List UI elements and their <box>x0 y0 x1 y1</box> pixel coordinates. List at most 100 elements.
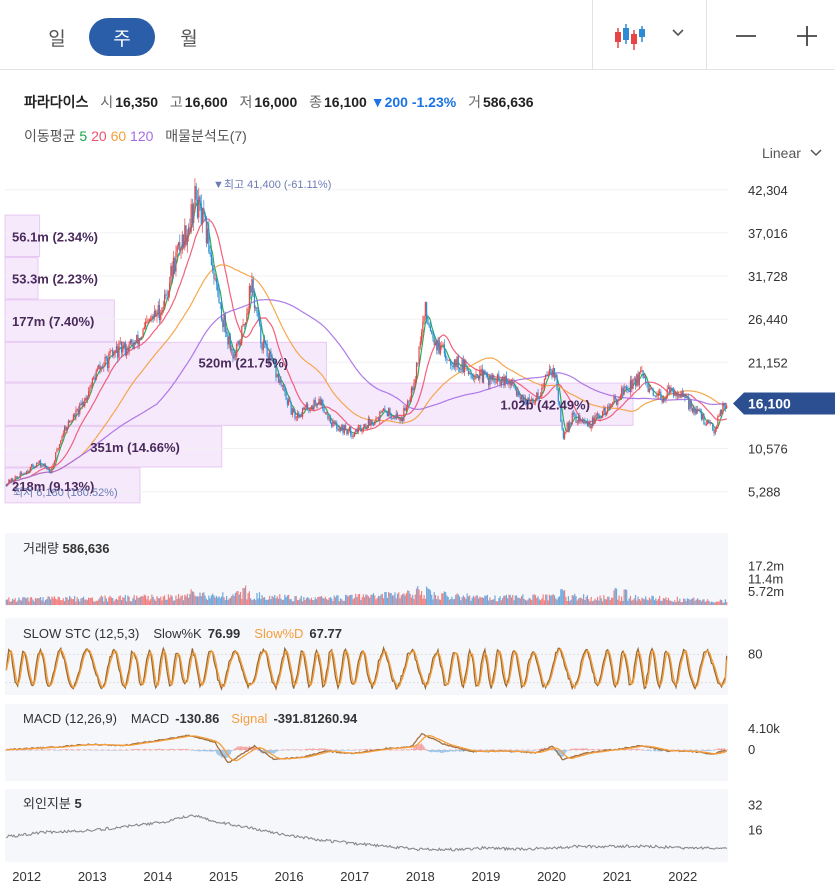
candle-body <box>696 409 699 411</box>
macd-histogram-bar <box>594 749 596 751</box>
volume-bar <box>114 599 116 605</box>
volume-bar <box>210 595 213 605</box>
candle-body <box>258 317 261 324</box>
macd-histogram-bar <box>20 749 23 751</box>
candle-body <box>694 408 696 415</box>
volume-bar <box>472 595 475 605</box>
candle-body <box>364 424 366 428</box>
candle-body <box>509 380 511 386</box>
volume-bar <box>591 601 594 605</box>
macd-histogram-bar <box>413 747 415 750</box>
candle-body <box>718 415 720 417</box>
macd-histogram-bar <box>655 750 657 752</box>
macd-histogram-bar <box>291 749 294 750</box>
volume-bar <box>566 601 568 605</box>
volume-bar <box>53 596 56 605</box>
candle-body <box>276 374 278 378</box>
candle-body <box>8 479 10 484</box>
macd-histogram-bar <box>79 749 81 750</box>
macd-histogram-bar <box>314 749 316 750</box>
volume-bar <box>537 596 539 605</box>
volume-bar <box>384 591 386 605</box>
macd-histogram-bar <box>105 750 107 751</box>
macd-histogram-bar <box>631 748 633 750</box>
volume-bar <box>545 594 547 605</box>
candle-body <box>552 368 554 377</box>
volume-bar <box>619 601 621 605</box>
candle-body <box>713 430 715 434</box>
macd-histogram-bar <box>495 749 497 751</box>
macd-histogram-bar <box>600 749 602 751</box>
volume-bar <box>391 595 394 605</box>
candle-body <box>186 234 188 245</box>
candle-body <box>70 421 72 423</box>
candle-body <box>32 464 34 468</box>
volume-bar <box>700 601 702 605</box>
volume-bar <box>398 592 400 605</box>
macd-histogram-bar <box>371 749 373 750</box>
volume-bar <box>674 600 676 605</box>
candle-body <box>427 318 429 325</box>
candle-body <box>39 460 42 467</box>
macd-histogram-bar <box>280 749 282 751</box>
candle-body <box>179 242 181 251</box>
volume-bar <box>193 591 195 605</box>
volume-bar <box>575 596 577 605</box>
candle-body <box>199 196 201 204</box>
volume-bar <box>27 597 29 605</box>
candle-body <box>85 398 87 401</box>
year-tick-label: 2018 <box>406 869 435 884</box>
volume-bar <box>414 594 416 605</box>
macd-histogram-bar <box>489 749 491 750</box>
volume-bar <box>46 599 48 605</box>
volume-bar <box>142 596 144 605</box>
volume-bar <box>141 595 143 605</box>
volume-bar <box>132 598 134 605</box>
candle-body <box>466 367 468 371</box>
volume-bar <box>596 596 599 605</box>
stock-chart[interactable]: 218m (9.13%)351m (14.66%)1.02b (42.49%)5… <box>0 0 835 886</box>
candle-body <box>593 417 595 424</box>
volume-bar <box>131 601 133 605</box>
candle-body <box>390 415 392 419</box>
macd-histogram-bar <box>362 749 364 750</box>
candle-body <box>138 337 140 345</box>
volume-bar <box>125 601 128 605</box>
volume-bar <box>190 589 192 605</box>
volume-bar <box>314 597 316 605</box>
candle-body <box>401 418 404 422</box>
macd-histogram-bar <box>191 750 194 751</box>
macd-histogram-bar <box>90 750 92 751</box>
volume-bar <box>437 595 439 605</box>
candle-body <box>721 410 723 414</box>
candle-body <box>417 362 419 364</box>
macd-histogram-bar <box>524 750 526 751</box>
macd-histogram-bar <box>123 749 125 751</box>
volume-bar <box>123 598 125 605</box>
candle-body <box>114 350 116 354</box>
macd-histogram-bar <box>299 749 301 751</box>
volume-bar <box>499 596 501 605</box>
volume-bar <box>564 590 566 605</box>
volume-bar <box>255 600 257 605</box>
volume-bar <box>309 599 311 605</box>
macd-histogram-bar <box>588 749 590 750</box>
volume-bar <box>633 598 635 605</box>
candle-body <box>581 419 583 421</box>
candle-body <box>247 308 249 314</box>
volume-bar <box>167 594 169 605</box>
macd-histogram-bar <box>419 744 421 750</box>
volume-bar <box>518 597 520 605</box>
candle-body <box>594 415 596 424</box>
volume-bar <box>217 597 219 605</box>
year-tick-label: 2017 <box>340 869 369 884</box>
volume-bar <box>329 597 332 605</box>
macd-histogram-bar <box>486 750 489 751</box>
candle-body <box>94 377 96 380</box>
macd-histogram-bar <box>627 749 629 750</box>
macd-histogram-bar <box>61 750 63 751</box>
candle-body <box>333 421 335 424</box>
candle-body <box>314 399 316 404</box>
candle-body <box>56 448 58 453</box>
macd-histogram-bar <box>182 748 185 750</box>
